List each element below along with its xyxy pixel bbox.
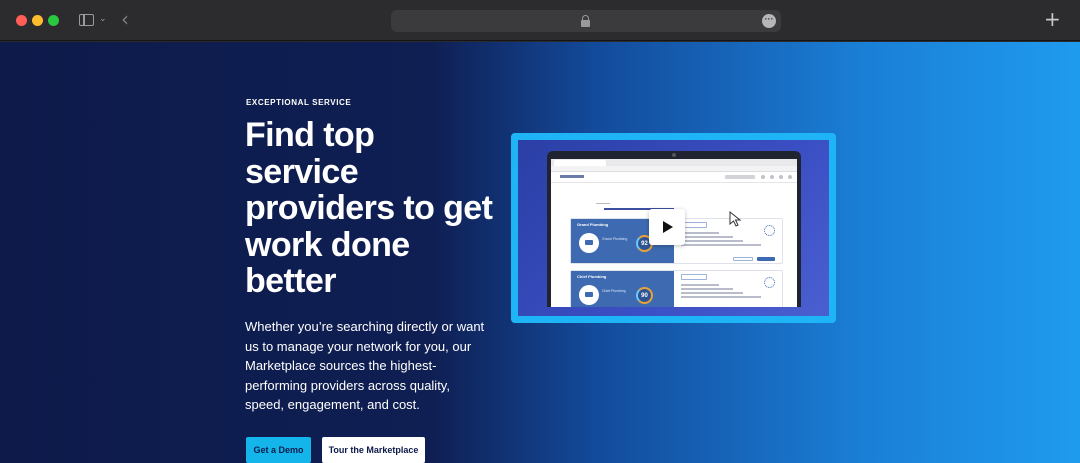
- video-thumbnail[interactable]: Grand Plumbing Grand Plumbing 92 Chief P…: [511, 133, 836, 323]
- cursor-icon: [729, 211, 742, 227]
- address-bar[interactable]: ···: [391, 10, 781, 32]
- provider-score: 90: [636, 287, 653, 304]
- play-icon[interactable]: [649, 209, 685, 245]
- sidebar-toggle-icon[interactable]: [79, 14, 94, 26]
- provider-label: Grand Plumbing: [602, 237, 628, 241]
- provider-label: Chief Plumbing: [602, 289, 626, 293]
- new-tab-plus-icon[interactable]: +: [1044, 8, 1061, 30]
- hero-section: EXCEPTIONAL SERVICE Find top service pro…: [0, 42, 1080, 463]
- award-badge-icon: [764, 277, 775, 288]
- award-badge-icon: [764, 225, 775, 236]
- provider-card: Chief Plumbing Chief Plumbing 90: [570, 270, 783, 307]
- lock-icon: [581, 15, 590, 27]
- get-a-demo-button[interactable]: Get a Demo: [246, 437, 311, 463]
- close-window-button[interactable]: [16, 15, 27, 26]
- tour-marketplace-button[interactable]: Tour the Marketplace: [322, 437, 425, 463]
- hero-description: Whether you’re searching directly or wan…: [245, 319, 485, 412]
- zoom-window-button[interactable]: [48, 15, 59, 26]
- back-arrow-icon[interactable]: ‹: [121, 9, 129, 29]
- provider-name: Chief Plumbing: [577, 274, 607, 279]
- minimize-window-button[interactable]: [32, 15, 43, 26]
- hero-headline: Find top service providers to get work d…: [245, 116, 493, 300]
- video-preview-background: Grand Plumbing Grand Plumbing 92 Chief P…: [518, 140, 829, 316]
- provider-name: Grand Plumbing: [577, 222, 609, 227]
- more-icon[interactable]: ···: [762, 14, 776, 28]
- chevron-down-icon[interactable]: ⌄: [99, 13, 107, 24]
- provider-avatar: [579, 285, 599, 305]
- provider-avatar: [579, 233, 599, 253]
- browser-toolbar: ⌄ ‹ ··· +: [0, 0, 1080, 41]
- eyebrow-label: EXCEPTIONAL SERVICE: [246, 98, 352, 107]
